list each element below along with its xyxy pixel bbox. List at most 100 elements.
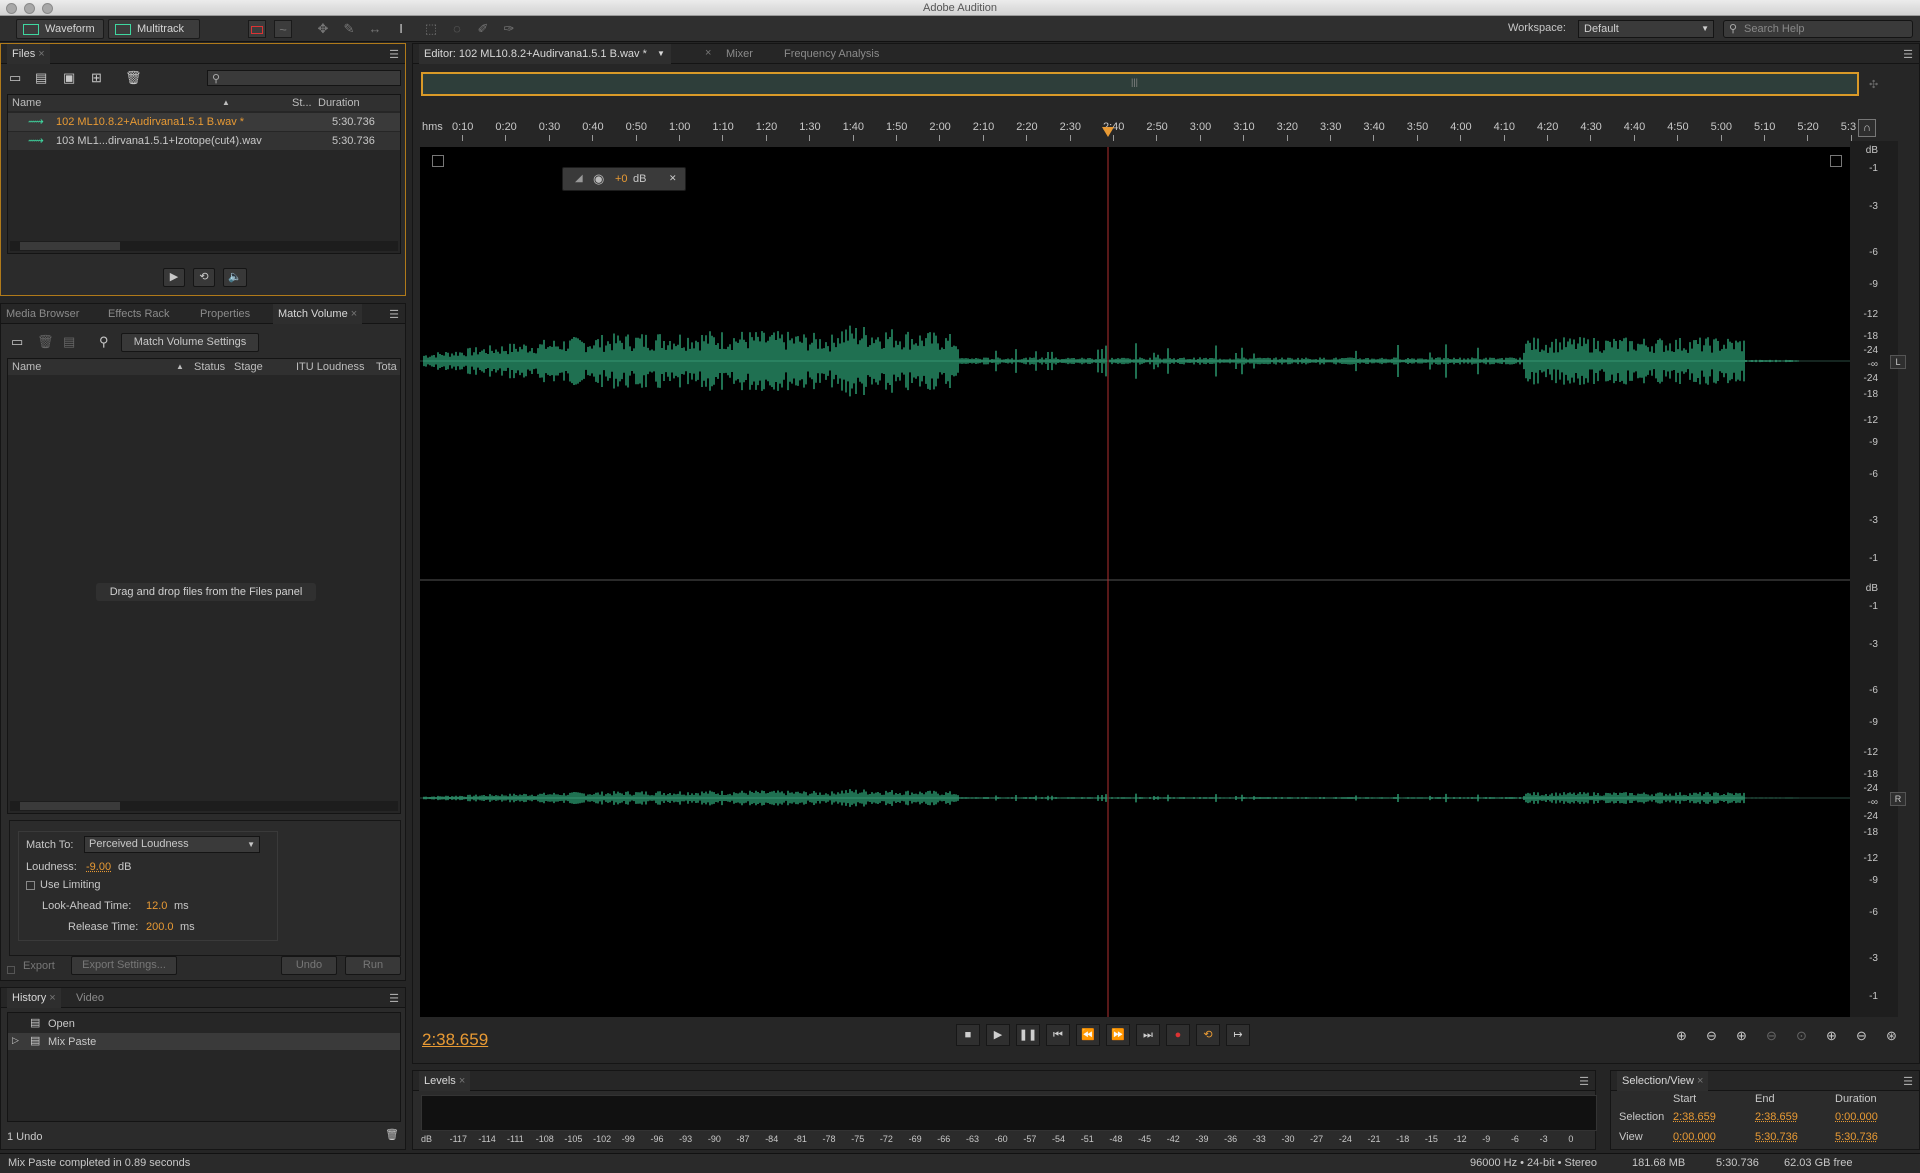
hud-volume[interactable]: ◢ ◉ +0 dB ✕: [562, 167, 686, 191]
close-icon[interactable]: ×: [49, 992, 55, 1004]
match-to-select[interactable]: Perceived Loudness ▼: [84, 836, 260, 853]
col-status[interactable]: Status: [194, 359, 225, 375]
zoom-in-time-icon[interactable]: ⊕: [1736, 1028, 1747, 1044]
run-button[interactable]: Run: [345, 956, 401, 975]
open-file-icon[interactable]: ▭: [9, 70, 21, 86]
spot-healing-tool-icon[interactable]: ✑: [500, 20, 518, 38]
trash-icon[interactable]: 🗑: [125, 70, 142, 86]
slip-tool-icon[interactable]: ↔: [366, 20, 384, 38]
channel-right-toggle[interactable]: R: [1890, 792, 1906, 806]
col-name[interactable]: Name: [12, 359, 41, 375]
brush-tool-icon[interactable]: ✐: [474, 20, 492, 38]
export-checkbox[interactable]: [7, 966, 15, 974]
time-ruler[interactable]: hms 0:10 0:20 0:30 0:40 0:50 1:00 1:10 1:20 1:30…: [420, 117, 1856, 141]
panel-menu-icon[interactable]: ☰: [1903, 1075, 1913, 1088]
marquee-tool-icon[interactable]: ⬚: [422, 20, 440, 38]
tab-media-browser[interactable]: Media Browser: [1, 304, 84, 324]
minimize-window-button[interactable]: [24, 3, 35, 14]
match-volume-settings-button[interactable]: Match Volume Settings: [121, 333, 259, 352]
view-end[interactable]: 5:30.736: [1755, 1131, 1798, 1143]
col-status[interactable]: St...: [292, 95, 312, 111]
tab-frequency-analysis[interactable]: Frequency Analysis: [779, 44, 884, 64]
use-limiting-checkbox[interactable]: [26, 881, 35, 890]
move-tool-icon[interactable]: ✥: [314, 20, 332, 38]
waveform-display[interactable]: ◢ ◉ +0 dB ✕: [420, 147, 1850, 1017]
horizontal-scrollbar[interactable]: [10, 241, 398, 251]
loudness-value[interactable]: -9.00: [86, 861, 111, 873]
play-icon[interactable]: ▷: [12, 1035, 19, 1046]
trash-icon[interactable]: 🗑: [37, 334, 54, 350]
zoom-window-button[interactable]: [42, 3, 53, 14]
play-button[interactable]: ▶: [986, 1024, 1010, 1046]
close-icon[interactable]: ×: [1697, 1075, 1703, 1087]
play-preview-button[interactable]: ▶: [163, 268, 185, 287]
view-start[interactable]: 0:00.000: [1673, 1131, 1716, 1143]
zoom-navigator-icon[interactable]: ✣: [1869, 78, 1878, 91]
open-file-icon[interactable]: ▭: [11, 334, 23, 350]
multitrack-view-button[interactable]: Multitrack: [108, 19, 200, 39]
tab-effects-rack[interactable]: Effects Rack: [103, 304, 175, 324]
col-duration[interactable]: Duration: [318, 95, 360, 111]
time-selection-tool-icon[interactable]: I: [392, 20, 410, 38]
pin-icon[interactable]: ✕: [669, 173, 677, 184]
skip-selection-button[interactable]: ↦: [1226, 1024, 1250, 1046]
overview-bar[interactable]: |||: [421, 72, 1859, 96]
selection-end[interactable]: 2:38.659: [1755, 1111, 1798, 1123]
zoom-in-point-icon[interactable]: ⊕: [1826, 1028, 1837, 1044]
playhead-marker[interactable]: [1102, 127, 1114, 137]
loop-playback-button[interactable]: ⟲: [1196, 1024, 1220, 1046]
hud-gain-value[interactable]: +0: [615, 173, 628, 185]
import-file-icon[interactable]: ▤: [35, 70, 47, 86]
lookahead-value[interactable]: 12.0: [146, 900, 167, 912]
expand-icon[interactable]: [1830, 155, 1842, 167]
close-icon[interactable]: ×: [459, 1075, 465, 1087]
current-time[interactable]: 2:38.659: [422, 1030, 488, 1050]
expand-icon[interactable]: [432, 155, 444, 167]
headphones-icon[interactable]: ∩: [1858, 119, 1876, 137]
spectral-display-icon[interactable]: [248, 20, 266, 38]
tab-match-volume[interactable]: Match Volume ×: [273, 304, 363, 324]
zoom-in-amplitude-icon[interactable]: ⊕: [1676, 1028, 1687, 1044]
files-search-input[interactable]: ⚲: [207, 70, 401, 86]
razor-tool-icon[interactable]: ✎: [340, 20, 358, 38]
col-itu-loudness[interactable]: ITU Loudness: [296, 359, 364, 375]
go-to-start-button[interactable]: ⏮: [1046, 1024, 1070, 1046]
new-file-icon[interactable]: ▣: [63, 70, 75, 86]
channel-left-toggle[interactable]: L: [1890, 355, 1906, 369]
search-icon[interactable]: ⚲: [99, 334, 109, 350]
autoplay-button[interactable]: 🔈: [223, 268, 247, 287]
trash-icon[interactable]: 🗑: [385, 1128, 399, 1141]
history-item[interactable]: ▤ Open: [8, 1015, 400, 1032]
tab-editor[interactable]: Editor: 102 ML10.8.2+Audirvana1.5.1 B.wa…: [419, 44, 671, 64]
tab-levels[interactable]: Levels ×: [419, 1071, 471, 1091]
release-value[interactable]: 200.0: [146, 921, 174, 933]
zoom-selection-icon[interactable]: ⊙: [1796, 1028, 1807, 1044]
col-total[interactable]: Tota: [376, 359, 397, 375]
stop-button[interactable]: ■: [956, 1024, 980, 1046]
tab-history[interactable]: History ×: [7, 988, 61, 1008]
waveform-view-button[interactable]: Waveform: [16, 19, 104, 39]
rewind-button[interactable]: ⏪: [1076, 1024, 1100, 1046]
search-help-input[interactable]: ⚲ Search Help: [1723, 20, 1913, 38]
panel-menu-icon[interactable]: ☰: [1579, 1075, 1589, 1088]
tab-mixer[interactable]: Mixer: [721, 44, 758, 64]
tab-properties[interactable]: Properties: [195, 304, 255, 324]
go-to-end-button[interactable]: ⏭: [1136, 1024, 1160, 1046]
insert-into-multitrack-icon[interactable]: ⊞: [91, 70, 102, 86]
volume-knob-icon[interactable]: ◉: [593, 171, 604, 187]
close-icon[interactable]: ×: [351, 308, 357, 320]
remove-all-icon[interactable]: ▤: [63, 334, 75, 350]
panel-menu-icon[interactable]: ☰: [389, 992, 399, 1005]
close-icon[interactable]: ×: [38, 48, 44, 60]
horizontal-scrollbar[interactable]: [10, 801, 398, 811]
zoom-full-icon[interactable]: ⊛: [1886, 1028, 1897, 1044]
tab-selection-view[interactable]: Selection/View ×: [1617, 1071, 1709, 1091]
lasso-tool-icon[interactable]: ◌: [448, 20, 466, 38]
export-settings-button[interactable]: Export Settings...: [71, 956, 177, 975]
file-row[interactable]: ⟿ 102 ML10.8.2+Audirvana1.5.1 B.wav * 5:…: [8, 113, 400, 131]
panel-menu-icon[interactable]: ☰: [389, 308, 399, 321]
close-icon[interactable]: ×: [705, 47, 711, 59]
view-duration[interactable]: 5:30.736: [1835, 1131, 1878, 1143]
fast-forward-button[interactable]: ⏩: [1106, 1024, 1130, 1046]
panel-menu-icon[interactable]: ☰: [1903, 48, 1913, 61]
